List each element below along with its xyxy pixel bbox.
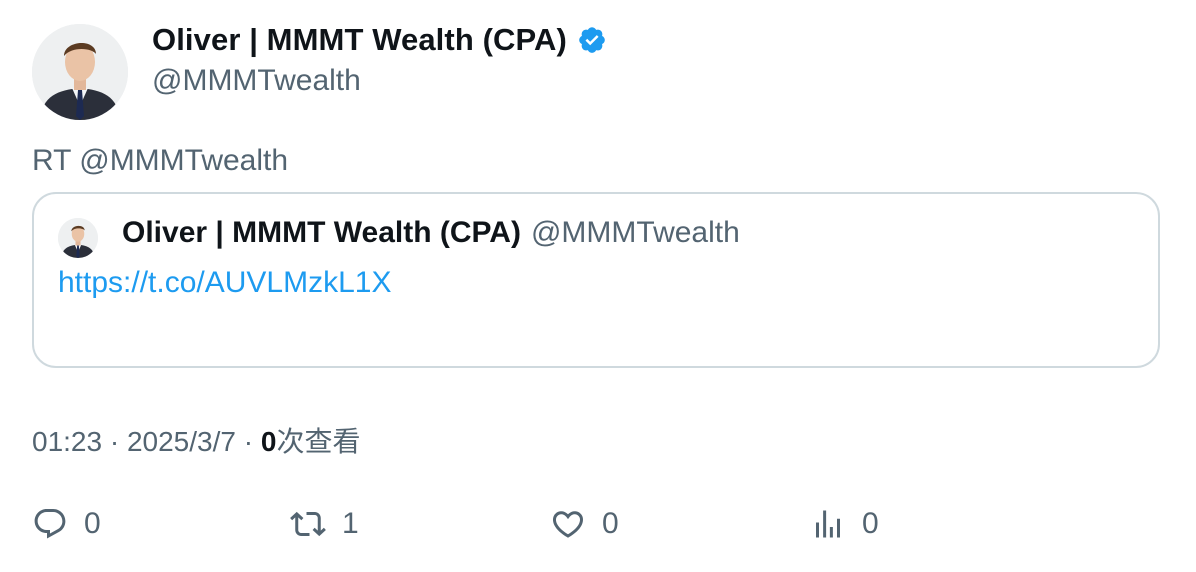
quoted-header: Oliver | MMMT Wealth (CPA) @MMMTwealth	[122, 216, 740, 250]
reply-button[interactable]: 0	[32, 506, 101, 542]
reply-icon	[34, 509, 66, 539]
quoted-link[interactable]: https://t.co/AUVLMzkL1X	[58, 266, 391, 300]
author-avatar[interactable]	[32, 24, 128, 120]
like-count: 0	[602, 507, 619, 540]
retweet-button[interactable]: 1	[290, 506, 359, 542]
author-name-row: Oliver | MMMT Wealth (CPA)	[152, 22, 607, 58]
tweet-date[interactable]: 2025/3/7	[127, 426, 236, 457]
bar-chart-icon	[816, 510, 840, 538]
retweet-icon	[290, 511, 326, 537]
quoted-tweet-card[interactable]: Oliver | MMMT Wealth (CPA) @MMMTwealth h…	[32, 192, 1160, 368]
verified-badge-icon	[577, 25, 607, 55]
tweet-text: RT @MMMTwealth	[32, 144, 289, 177]
heart-icon	[552, 511, 584, 538]
action-bar: 0 1 0 0	[32, 506, 1172, 550]
reply-count: 0	[84, 507, 101, 540]
views-count: 0	[260, 426, 277, 457]
views-button[interactable]: 0	[810, 506, 879, 542]
quoted-avatar-photo	[58, 218, 98, 258]
tweet-time[interactable]: 01:23	[32, 426, 102, 457]
meta-separator: ·	[235, 426, 261, 457]
author-display-name[interactable]: Oliver | MMMT Wealth (CPA)	[152, 22, 567, 58]
quoted-author-avatar[interactable]	[58, 218, 98, 258]
views-label: 次查看	[276, 426, 361, 457]
retweet-count: 1	[342, 507, 359, 540]
views-action-count: 0	[862, 507, 879, 540]
quoted-display-name[interactable]: Oliver | MMMT Wealth (CPA)	[122, 216, 521, 250]
author-handle[interactable]: @MMMTwealth	[152, 64, 361, 98]
meta-separator: ·	[102, 426, 127, 457]
quoted-handle[interactable]: @MMMTwealth	[531, 216, 740, 250]
tweet-meta: 01:23 · 2025/3/7 · 0次查看	[32, 420, 360, 460]
avatar-photo	[32, 24, 128, 120]
like-button[interactable]: 0	[550, 506, 619, 542]
